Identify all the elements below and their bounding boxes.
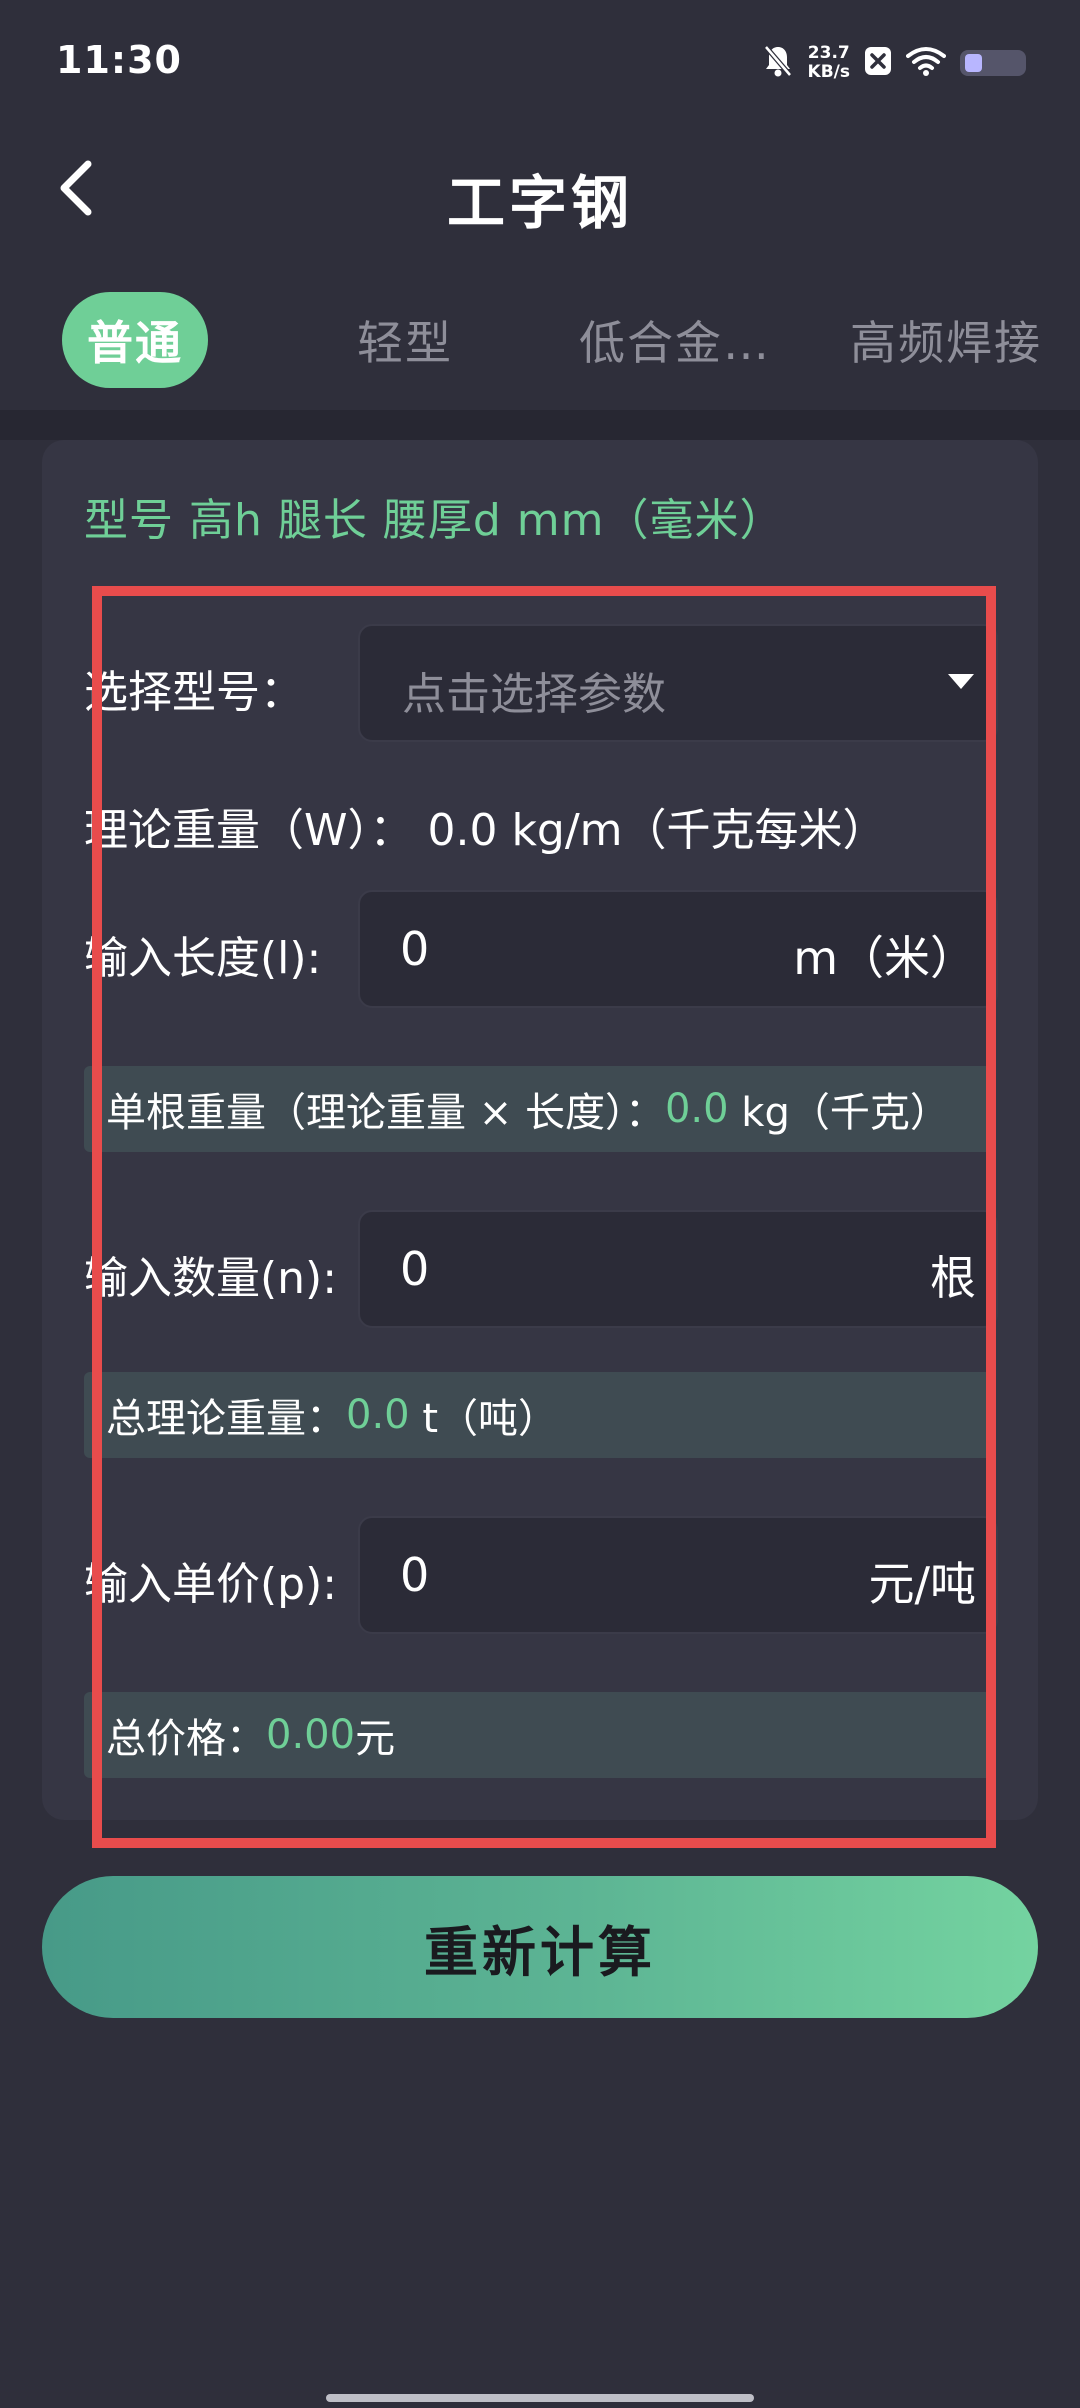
- total-price-suffix: 元: [355, 1716, 396, 1762]
- bell-off-icon: [762, 44, 794, 82]
- spec-title: 型号 高h 腿长 腰厚d mm（毫米）: [84, 495, 785, 546]
- tab-hf-welded[interactable]: 高频焊接: [846, 292, 1046, 388]
- quantity-input[interactable]: 0 根: [358, 1210, 998, 1328]
- caret-down-icon: [948, 674, 974, 689]
- status-bar: 11:30 23.7 KB/s: [0, 0, 1080, 120]
- length-input[interactable]: 0 m（米）: [358, 890, 998, 1008]
- page-title: 工字钢: [446, 169, 633, 237]
- total-price-prefix: 总价格：: [106, 1716, 266, 1762]
- status-icons: 23.7 KB/s: [762, 38, 1026, 88]
- battery-icon: [960, 50, 1026, 76]
- price-unit: 元/吨: [868, 1557, 977, 1611]
- total-weight-result: 总理论重量： 0.0 t（吨）: [84, 1372, 996, 1458]
- tabs-divider: [0, 410, 1080, 440]
- total-weight-value: 0.0: [346, 1392, 410, 1438]
- tab-light[interactable]: 轻型: [330, 292, 480, 388]
- recalculate-button[interactable]: 重新计算: [42, 1876, 1038, 2018]
- net-speed: 23.7 KB/s: [807, 43, 850, 82]
- tab-low-alloy[interactable]: 低合金…: [570, 292, 780, 388]
- quantity-label: 输入数量(n):: [84, 1253, 338, 1304]
- battery-fill: [965, 54, 982, 72]
- single-weight-value: 0.0: [664, 1086, 729, 1132]
- single-weight-prefix: 单根重量（理论重量 × 长度）：: [106, 1090, 665, 1136]
- close-badge-icon: [864, 46, 892, 80]
- price-value: 0: [400, 1548, 430, 1602]
- model-label: 选择型号：: [84, 667, 304, 718]
- model-placeholder: 点击选择参数: [402, 669, 666, 720]
- total-price-value: 0.00: [266, 1712, 356, 1758]
- tab-normal[interactable]: 普通: [62, 292, 208, 388]
- quantity-value: 0: [400, 1242, 430, 1296]
- quantity-unit: 根: [930, 1251, 976, 1305]
- total-price-result: 总价格： 0.00 元: [84, 1692, 996, 1778]
- total-weight-prefix: 总理论重量：: [106, 1396, 346, 1442]
- single-weight-result: 单根重量（理论重量 × 长度）： 0.0 kg（千克）: [84, 1066, 996, 1152]
- length-unit: m（米）: [793, 931, 976, 985]
- status-time: 11:30: [56, 38, 182, 82]
- length-value: 0: [400, 922, 430, 976]
- wifi-icon: [906, 46, 946, 80]
- category-tabs: 普通 轻型 低合金… 高频焊接: [0, 270, 1080, 412]
- single-weight-suffix: kg（千克）: [728, 1090, 950, 1136]
- total-weight-suffix: t（吨）: [409, 1396, 559, 1442]
- home-indicator[interactable]: [326, 2394, 754, 2402]
- price-input[interactable]: 0 元/吨: [358, 1516, 998, 1634]
- theory-weight-text: 理论重量（W）： 0.0 kg/m（千克每米）: [84, 805, 887, 856]
- price-label: 输入单价(p):: [84, 1559, 338, 1610]
- header: 工字钢: [0, 130, 1080, 250]
- model-select[interactable]: 点击选择参数: [358, 624, 998, 742]
- length-label: 输入长度(l):: [84, 933, 322, 984]
